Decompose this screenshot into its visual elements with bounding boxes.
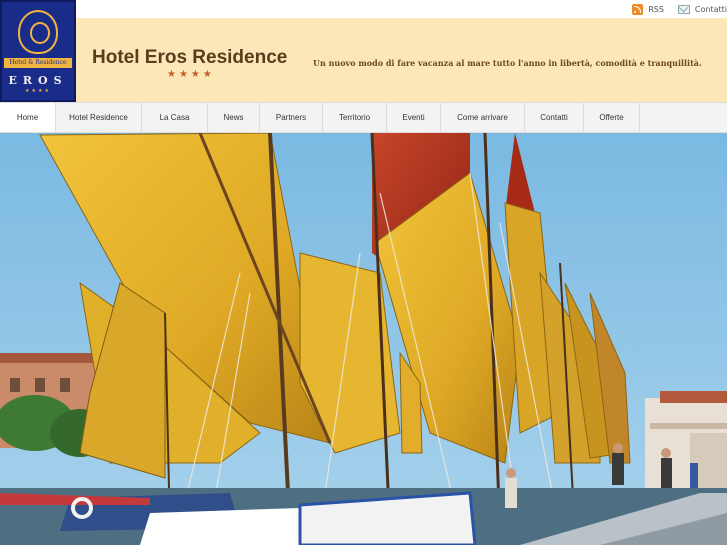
logo-emblem-icon (18, 10, 58, 54)
rating-stars: ★★★★ (167, 69, 215, 80)
nav-item-news[interactable]: News (208, 103, 260, 132)
nav-item-contatti[interactable]: Contatti (525, 103, 584, 132)
nav-item-hotel-residence[interactable]: Hotel Residence (56, 103, 142, 132)
nav-item-territorio[interactable]: Territorio (323, 103, 387, 132)
top-links: RSS Contatti (618, 1, 727, 17)
hero-photo (0, 133, 727, 545)
nav-item-la-casa[interactable]: La Casa (142, 103, 208, 132)
top-strip: RSS Contatti (0, 0, 727, 18)
site-header: Hotel & Residence EROS ★★★★ Hotel Eros R… (0, 0, 727, 102)
nav-item-eventi[interactable]: Eventi (387, 103, 441, 132)
main-nav: Home Hotel Residence La Casa News Partne… (0, 102, 727, 133)
mail-icon (677, 4, 690, 14)
site-title[interactable]: Hotel Eros Residence (92, 47, 287, 69)
nav-item-come-arrivare[interactable]: Come arrivare (441, 103, 525, 132)
logo-ribbon: Hotel & Residence (4, 58, 72, 68)
rss-link-label: RSS (648, 4, 664, 14)
logo-stars: ★★★★ (25, 88, 51, 94)
logo-word: EROS (8, 74, 68, 87)
nav-item-home[interactable]: Home (0, 103, 56, 132)
hero-sailboats-illustration (0, 133, 727, 545)
rss-icon (632, 3, 644, 15)
hotel-logo[interactable]: Hotel & Residence EROS ★★★★ (0, 0, 76, 102)
nav-item-offerte[interactable]: Offerte (584, 103, 640, 132)
site-tagline: Un nuovo modo di fare vacanza al mare tu… (313, 58, 702, 68)
nav-item-partners[interactable]: Partners (260, 103, 323, 132)
contacts-link-label: Contatti (694, 4, 727, 14)
contacts-link[interactable]: Contatti (677, 4, 727, 14)
rss-link[interactable]: RSS (632, 3, 664, 15)
